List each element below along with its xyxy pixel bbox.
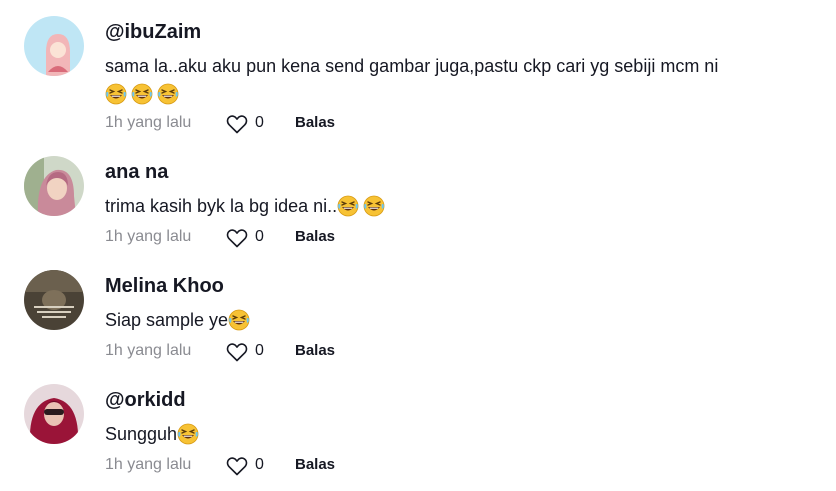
comment-text-content: sama la..aku aku pun kena send gambar ju… bbox=[105, 56, 719, 76]
comment-meta: 1h yang lalu 0 Balas bbox=[105, 112, 505, 136]
comment-time: 1h yang lalu bbox=[105, 114, 192, 131]
reply-button[interactable]: Balas bbox=[295, 114, 335, 131]
reply-button[interactable]: Balas bbox=[295, 342, 335, 359]
comment-text-content: Sungguh bbox=[105, 424, 178, 444]
avatar[interactable] bbox=[24, 156, 84, 216]
heart-icon[interactable] bbox=[225, 454, 249, 478]
reply-button[interactable]: Balas bbox=[295, 456, 335, 473]
comment-meta: 1h yang lalu 0 Balas bbox=[105, 226, 505, 250]
like-count: 0 bbox=[255, 228, 264, 245]
comment-time: 1h yang lalu bbox=[105, 228, 192, 245]
avatar[interactable] bbox=[24, 270, 84, 330]
like-count: 0 bbox=[255, 342, 264, 359]
comment-meta: 1h yang lalu 0 Balas bbox=[105, 340, 505, 364]
laughing-face-icon bbox=[363, 195, 385, 217]
laughing-face-icon bbox=[337, 195, 359, 217]
heart-icon[interactable] bbox=[225, 340, 249, 364]
comment-text: Sungguh bbox=[105, 420, 805, 448]
comment-time: 1h yang lalu bbox=[105, 342, 192, 359]
laughing-face-icon bbox=[105, 83, 127, 105]
comment-text: Siap sample ye bbox=[105, 306, 805, 334]
comment-time: 1h yang lalu bbox=[105, 456, 192, 473]
heart-icon[interactable] bbox=[225, 112, 249, 136]
reply-button[interactable]: Balas bbox=[295, 228, 335, 245]
like-count: 0 bbox=[255, 456, 264, 473]
comment-text-content: Siap sample ye bbox=[105, 310, 229, 330]
laughing-face-icon bbox=[228, 309, 250, 331]
comment-text: sama la..aku aku pun kena send gambar ju… bbox=[105, 52, 805, 108]
comment-text: trima kasih byk la bg idea ni.. bbox=[105, 192, 805, 220]
avatar[interactable] bbox=[24, 384, 84, 444]
laughing-face-icon bbox=[177, 423, 199, 445]
laughing-face-icon bbox=[131, 83, 153, 105]
comment-meta: 1h yang lalu 0 Balas bbox=[105, 454, 505, 478]
like-count: 0 bbox=[255, 114, 264, 131]
heart-icon[interactable] bbox=[225, 226, 249, 250]
comment-username[interactable]: ana na bbox=[105, 160, 168, 184]
comment-username[interactable]: @ibuZaim bbox=[105, 20, 201, 44]
comment-username[interactable]: @orkidd bbox=[105, 388, 186, 412]
comment-username[interactable]: Melina Khoo bbox=[105, 274, 224, 298]
avatar[interactable] bbox=[24, 16, 84, 76]
comment-text-content: trima kasih byk la bg idea ni.. bbox=[105, 196, 338, 216]
laughing-face-icon bbox=[157, 83, 179, 105]
